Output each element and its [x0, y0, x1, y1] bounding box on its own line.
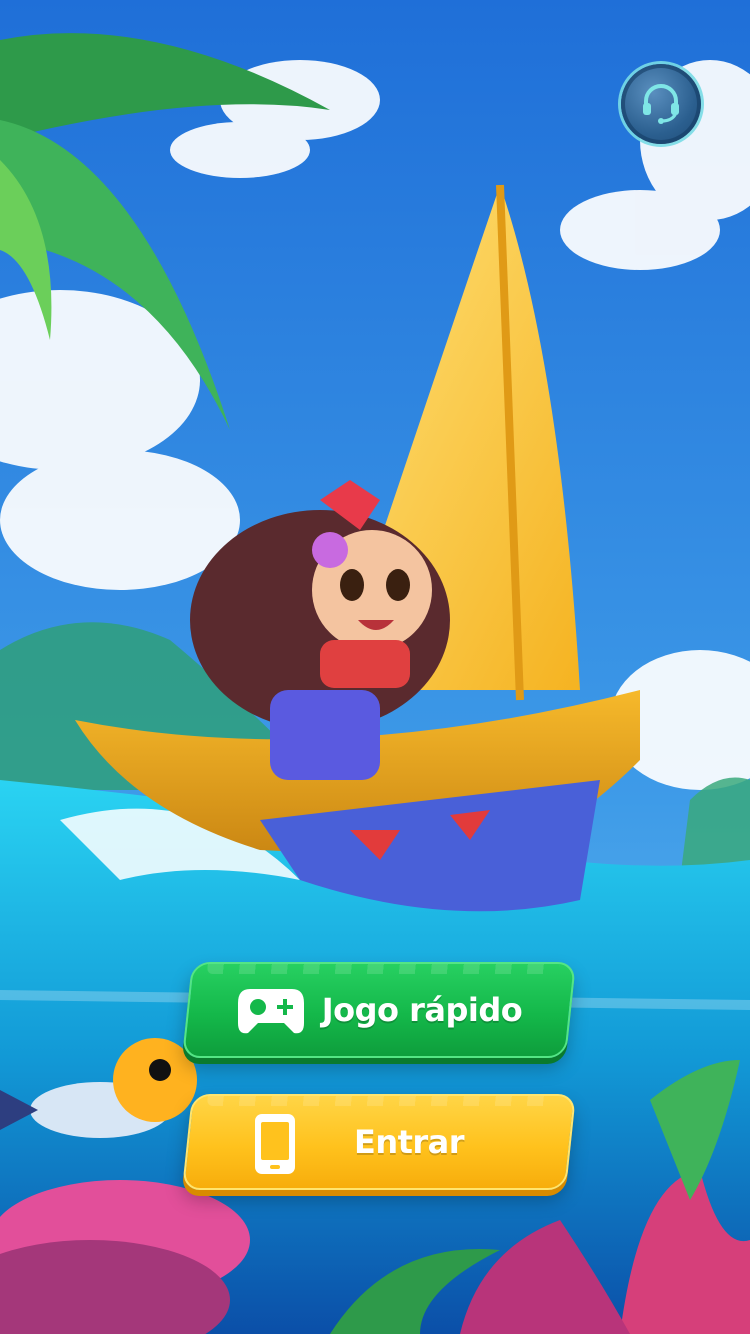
support-button[interactable]: [621, 64, 701, 144]
headset-icon: [638, 79, 684, 129]
quick-play-label: Jogo rápido: [321, 991, 523, 1029]
login-label: Entrar: [353, 1123, 465, 1161]
phone-icon: [253, 1112, 297, 1176]
quick-play-button[interactable]: Jogo rápido: [181, 962, 577, 1058]
gamepad-icon: [236, 983, 306, 1037]
login-button[interactable]: Entrar: [181, 1094, 577, 1190]
